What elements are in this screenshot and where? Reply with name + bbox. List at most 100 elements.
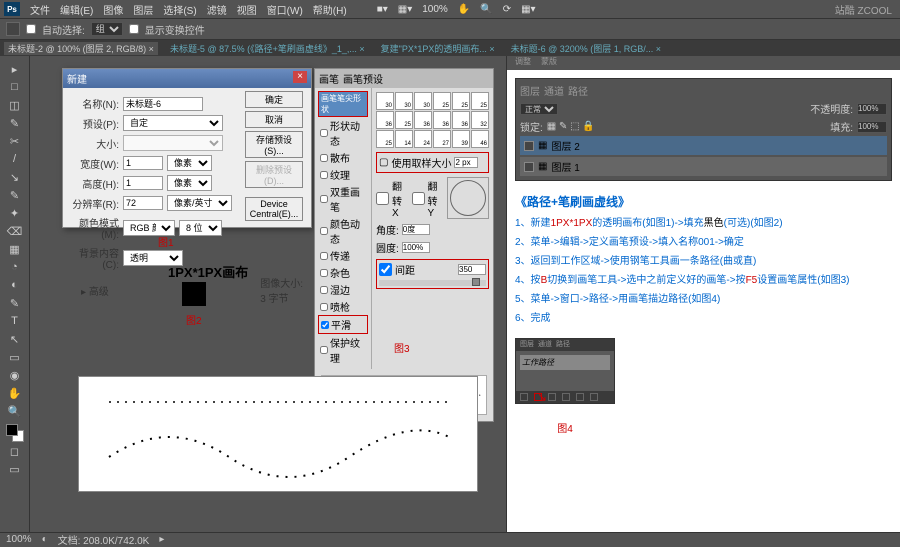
bi-1[interactable]: 形状动态 <box>318 117 368 149</box>
zoom-tool[interactable]: 🔍 <box>5 402 25 420</box>
brush-thumb[interactable]: 24 <box>414 130 432 148</box>
crop-tool[interactable]: ✂ <box>5 132 25 150</box>
angle-input[interactable] <box>402 224 430 235</box>
brush-thumb[interactable]: 30 <box>395 92 413 110</box>
auto-select-check[interactable] <box>26 24 36 34</box>
layers-tab[interactable]: 图层 <box>520 83 540 98</box>
bi-3[interactable]: 纹理 <box>318 166 368 183</box>
menu-layer[interactable]: 图层 <box>129 2 157 17</box>
ok-button[interactable]: 确定 <box>245 91 303 108</box>
shape-tool[interactable]: ▭ <box>5 348 25 366</box>
name-input[interactable] <box>123 97 203 111</box>
brush-tip-shape[interactable]: 画笔笔尖形状 <box>318 91 368 117</box>
brush-thumb[interactable]: 25 <box>395 111 413 129</box>
brush-thumb[interactable]: 25 <box>376 130 394 148</box>
menu-view[interactable]: 视图 <box>233 2 261 17</box>
menu-filter[interactable]: 滤镜 <box>203 2 231 17</box>
menu-edit[interactable]: 编辑(E) <box>56 2 97 17</box>
save-preset-button[interactable]: 存储预设(S)... <box>245 131 303 158</box>
eye-icon[interactable] <box>524 162 534 172</box>
height-input[interactable] <box>123 176 163 190</box>
res-input[interactable] <box>123 196 163 210</box>
angle-circle[interactable] <box>450 180 486 216</box>
menu-window[interactable]: 窗口(W) <box>263 2 307 17</box>
show-transform-check[interactable] <box>129 24 139 34</box>
brush-thumb[interactable]: 39 <box>452 130 470 148</box>
brush-tab[interactable]: 画笔 <box>319 71 339 86</box>
eyedropper-tool[interactable]: / <box>5 150 25 168</box>
bi-11[interactable]: 保护纹理 <box>318 334 368 366</box>
work-path[interactable]: 工作路径 <box>520 355 610 370</box>
blend-mode[interactable]: 正常 <box>520 103 558 115</box>
marquee-tool[interactable]: □ <box>5 78 25 96</box>
adjust-tab[interactable]: 调整 <box>511 56 535 70</box>
menu-help[interactable]: 帮助(H) <box>309 2 351 17</box>
height-unit[interactable]: 像素 <box>167 175 212 191</box>
color-swatch[interactable] <box>6 424 24 442</box>
hand-tool[interactable]: ✋ <box>5 384 25 402</box>
cancel-button[interactable]: 取消 <box>245 111 303 128</box>
width-input[interactable] <box>123 156 163 170</box>
bit-select[interactable]: 8 位 <box>179 220 222 236</box>
move-tool[interactable]: ▸ <box>5 60 25 78</box>
doc-tab-4[interactable]: 未标题-6 @ 3200% (图层 1, RGB/... × <box>507 42 665 55</box>
device-central-button[interactable]: Device Central(E)... <box>245 197 303 221</box>
fill-path-icon[interactable] <box>520 393 528 401</box>
pen-tool[interactable]: ✎ <box>5 294 25 312</box>
bi-9[interactable]: 喷枪 <box>318 298 368 315</box>
doc-tab-2[interactable]: 未标题-5 @ 87.5% (《路径+笔刷画虚线》_1_,... × <box>166 42 369 55</box>
layer-row[interactable]: ▦图层 2 <box>520 136 887 155</box>
stamp-tool[interactable]: ✦ <box>5 204 25 222</box>
brush-thumb[interactable]: 25 <box>433 92 451 110</box>
layer-row[interactable]: ▦图层 1 <box>520 157 887 176</box>
doc-tab-3[interactable]: 复建"PX*1PX的透明画布... × <box>377 42 499 55</box>
brush-thumb[interactable]: 25 <box>471 92 489 110</box>
brush-thumb[interactable]: 27 <box>433 130 451 148</box>
brush-thumb[interactable]: 30 <box>414 92 432 110</box>
path-tool[interactable]: ↖ <box>5 330 25 348</box>
eraser-tool[interactable]: ⌫ <box>5 222 25 240</box>
brush-thumbnails[interactable]: 303030252525362536363632251424273946 <box>376 92 489 148</box>
bi-6[interactable]: 传递 <box>318 247 368 264</box>
mask-tab[interactable]: 蒙版 <box>537 56 561 70</box>
brush-thumb[interactable]: 36 <box>433 111 451 129</box>
brush-thumb[interactable]: 25 <box>452 92 470 110</box>
menu-file[interactable]: 文件 <box>26 2 54 17</box>
text-tool[interactable]: T <box>5 312 25 330</box>
width-unit[interactable]: 像素 <box>167 155 212 171</box>
lasso-tool[interactable]: ◫ <box>5 96 25 114</box>
bi-10[interactable]: 平滑 <box>318 315 368 334</box>
heal-tool[interactable]: ↘ <box>5 168 25 186</box>
bi-5[interactable]: 颜色动态 <box>318 215 368 247</box>
doc-tab-1[interactable]: 未标题-2 @ 100% (图层 2, RGB/8) × <box>4 42 158 55</box>
close-icon[interactable]: × <box>293 71 307 83</box>
bi-2[interactable]: 散布 <box>318 149 368 166</box>
brush-preset-tab[interactable]: 画笔预设 <box>343 71 383 86</box>
eye-icon[interactable] <box>524 141 534 151</box>
brush-thumb[interactable]: 36 <box>376 111 394 129</box>
sample-size-input[interactable] <box>454 157 478 168</box>
bi-8[interactable]: 湿边 <box>318 281 368 298</box>
blur-tool[interactable]: ◔ <box>5 258 25 276</box>
del-preset-button[interactable]: 删除预设(D)... <box>245 161 303 188</box>
screenmode[interactable]: ▭ <box>5 460 25 478</box>
size-select[interactable] <box>123 135 223 151</box>
brush-thumb[interactable]: 14 <box>395 130 413 148</box>
gradient-tool[interactable]: ▦ <box>5 240 25 258</box>
round-input[interactable] <box>402 242 430 253</box>
zoom-level[interactable]: 100% <box>6 534 32 545</box>
brush-tool[interactable]: ✎ <box>5 186 25 204</box>
fill-input[interactable] <box>857 121 887 133</box>
res-unit[interactable]: 像素/英寸 <box>167 195 232 211</box>
3d-tool[interactable]: ◉ <box>5 366 25 384</box>
preset-select[interactable]: 自定 <box>123 115 223 131</box>
brush-thumb[interactable]: 36 <box>452 111 470 129</box>
menu-image[interactable]: 图像 <box>99 2 127 17</box>
bi-4[interactable]: 双重画笔 <box>318 183 368 215</box>
brush-thumb[interactable]: 30 <box>376 92 394 110</box>
brush-thumb[interactable]: 32 <box>471 111 489 129</box>
brush-thumb[interactable]: 46 <box>471 130 489 148</box>
auto-select-type[interactable]: 组 <box>91 22 123 36</box>
brush-thumb[interactable]: 36 <box>414 111 432 129</box>
quickmask[interactable]: ◻ <box>5 442 25 460</box>
